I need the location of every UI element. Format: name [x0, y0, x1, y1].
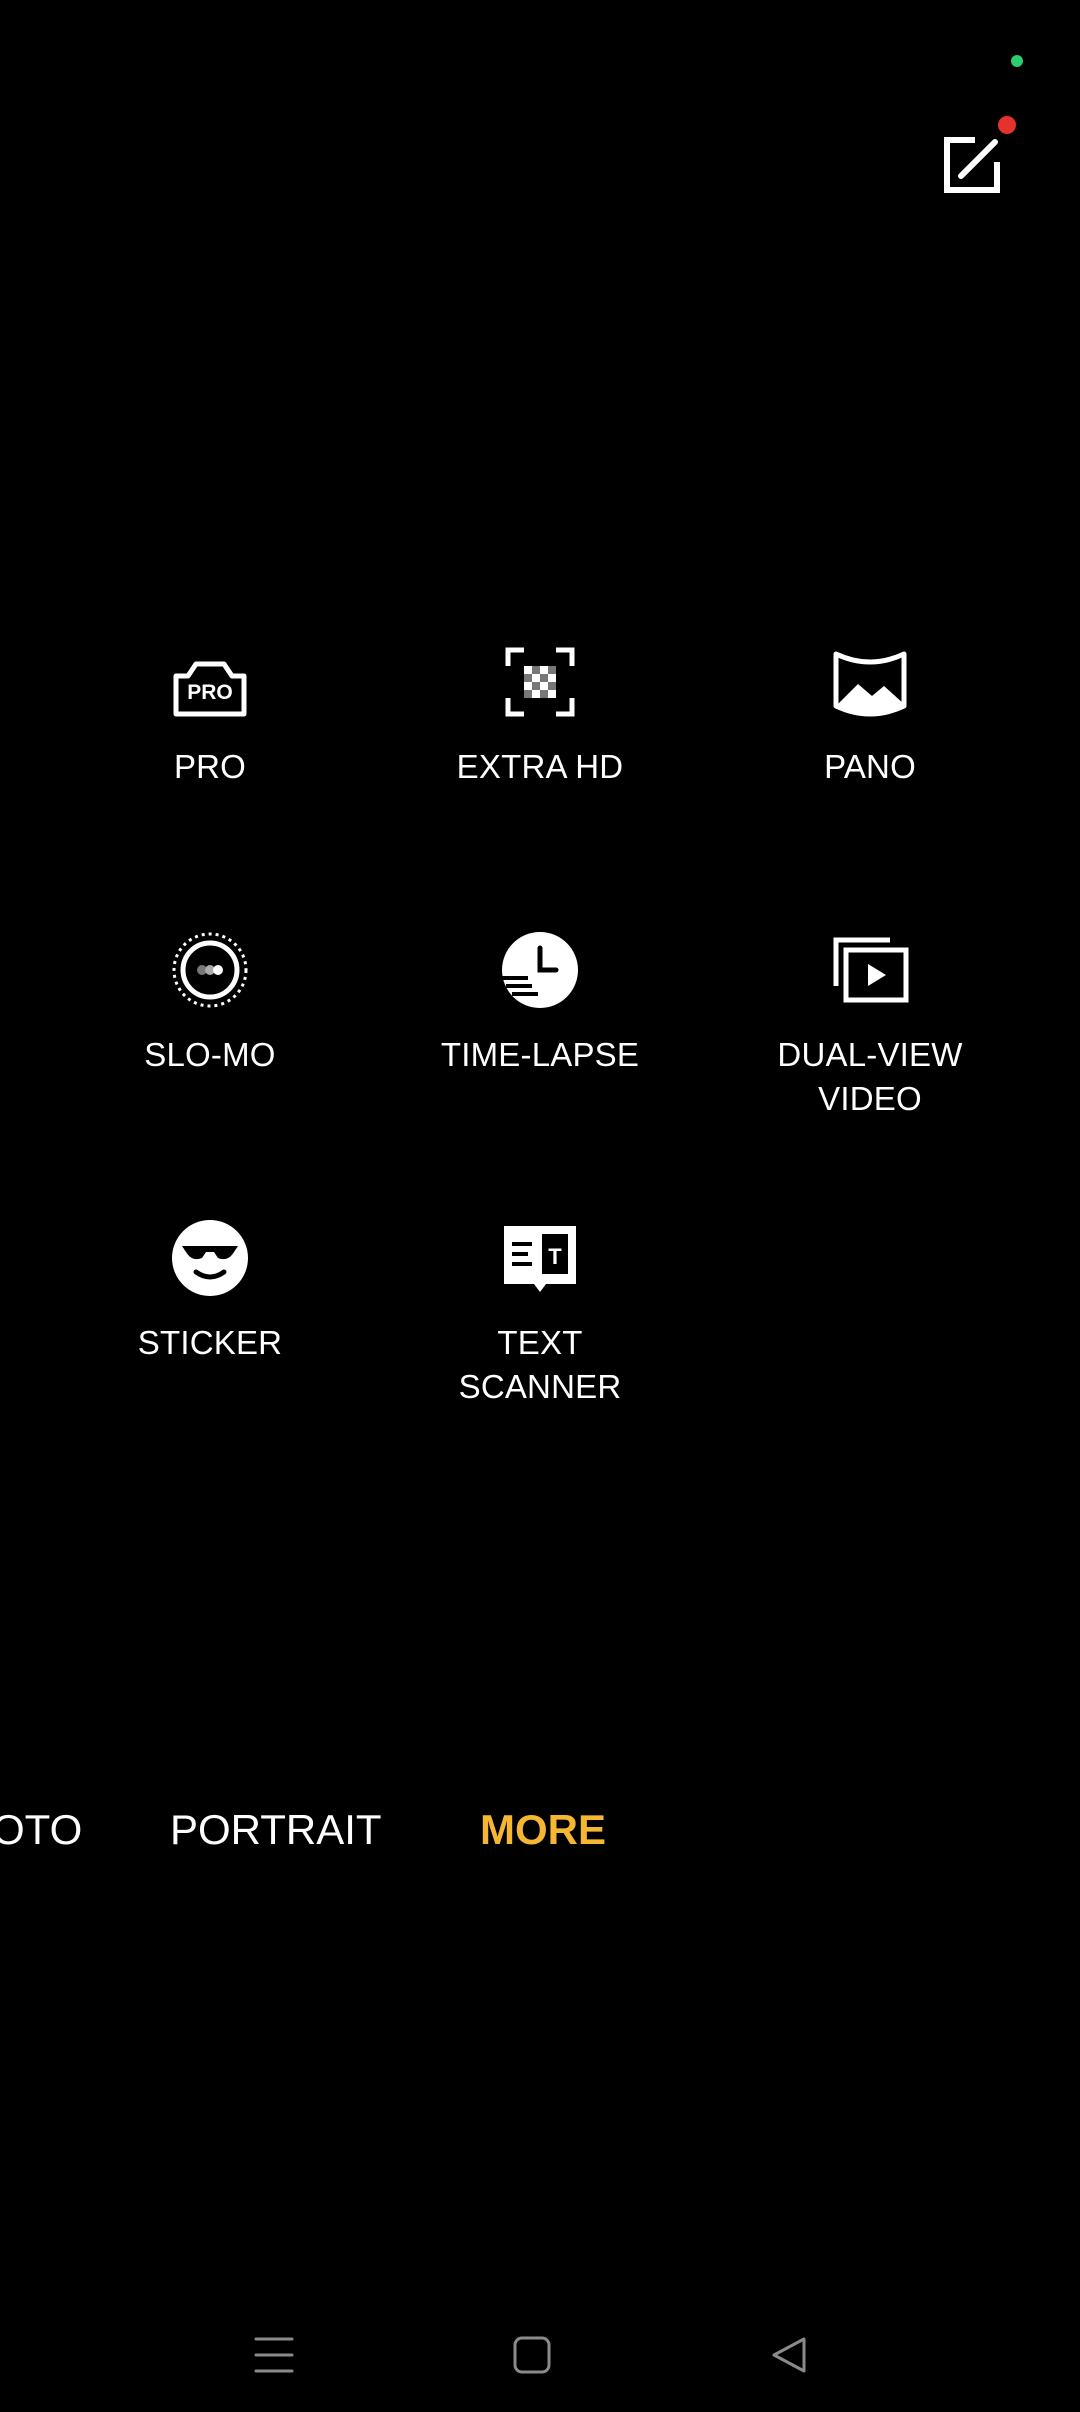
edit-icon — [944, 137, 1000, 193]
menu-icon — [254, 2337, 294, 2373]
pro-camera-icon: PRO — [168, 640, 252, 724]
mode-label: TIME-LAPSE — [440, 1036, 640, 1073]
mode-pro[interactable]: PRO PRO — [45, 640, 375, 860]
notification-badge — [998, 116, 1016, 134]
home-icon — [513, 2336, 551, 2374]
sticker-icon — [168, 1216, 252, 1300]
mode-label: PRO — [173, 748, 247, 785]
mode-dual-view-video[interactable]: DUAL-VIEW VIDEO — [705, 928, 1035, 1148]
mode-sticker[interactable]: STICKER — [45, 1216, 375, 1436]
pano-icon — [828, 640, 912, 724]
time-lapse-icon — [498, 928, 582, 1012]
camera-active-indicator — [1011, 55, 1023, 67]
svg-text:T: T — [548, 1244, 562, 1269]
slow-motion-icon — [168, 928, 252, 1012]
mode-tab-portrait[interactable]: PORTRAIT — [170, 1800, 382, 1860]
edit-modes-button[interactable] — [937, 128, 1009, 200]
text-scanner-icon: T — [498, 1216, 582, 1300]
mode-pano[interactable]: PANO — [705, 640, 1035, 860]
mode-slo-mo[interactable]: SLO-MO — [45, 928, 375, 1148]
extra-hd-icon — [498, 640, 582, 724]
dual-view-video-icon — [828, 928, 912, 1012]
mode-text-scanner[interactable]: T TEXT SCANNER — [375, 1216, 705, 1436]
back-icon — [772, 2337, 806, 2373]
mode-label: STICKER — [137, 1324, 283, 1361]
mode-label: SLO-MO — [144, 1036, 276, 1073]
mode-time-lapse[interactable]: TIME-LAPSE — [375, 928, 705, 1148]
recent-apps-button[interactable] — [234, 2320, 314, 2390]
mode-tab-more[interactable]: MORE — [480, 1800, 606, 1860]
back-button[interactable] — [750, 2320, 830, 2390]
mode-label: DUAL-VIEW VIDEO — [777, 1036, 963, 1117]
home-button[interactable] — [492, 2320, 572, 2390]
mode-label: PANO — [824, 748, 916, 785]
mode-tab-photo[interactable]: OTO — [0, 1800, 82, 1860]
camera-mode-strip: OTO PORTRAIT MORE — [0, 1800, 1080, 1860]
mode-label: TEXT SCANNER — [458, 1324, 622, 1405]
svg-text:PRO: PRO — [187, 681, 233, 704]
mode-extra-hd[interactable]: EXTRA HD — [375, 640, 705, 860]
mode-label: EXTRA HD — [456, 748, 624, 785]
system-navigation-bar — [0, 2300, 1080, 2412]
